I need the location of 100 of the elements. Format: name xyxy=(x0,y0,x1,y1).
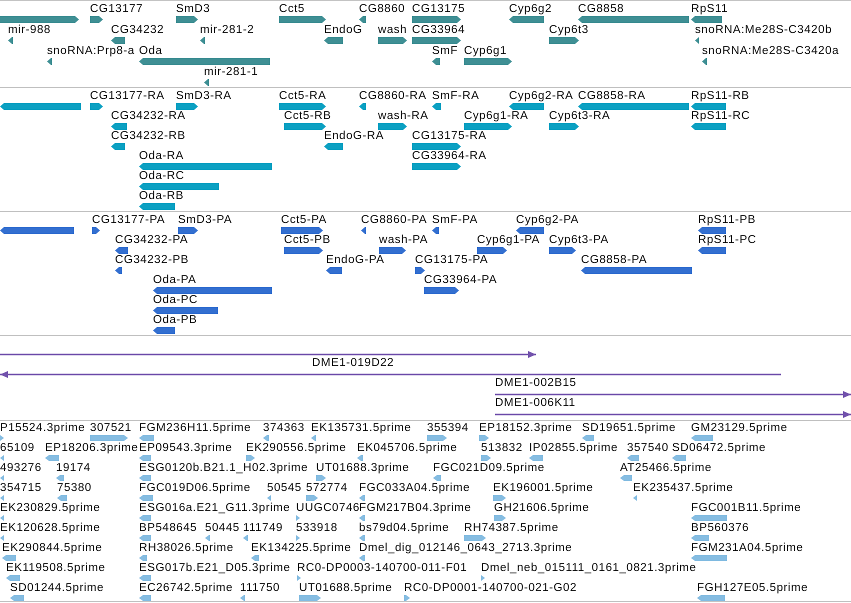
feature-label: CG8858-PA xyxy=(581,254,648,267)
feature-label: DME1-006K11 xyxy=(495,397,576,410)
feature-label: AT25466.5prime xyxy=(620,462,712,475)
feature-label: P15524.3prime xyxy=(0,422,86,435)
feature-label: bs79d04.5prime xyxy=(359,522,450,535)
feature-label: Oda-RA xyxy=(139,150,184,163)
feature-label: 533918 xyxy=(296,522,338,535)
feature-label: 111749 xyxy=(243,522,283,535)
feature-label: 513832 xyxy=(481,442,523,455)
feature-label: BP548645 xyxy=(139,522,198,535)
feature-label: mir-281-1 xyxy=(204,66,258,79)
feature-label: RH38026.5prime xyxy=(139,542,234,555)
feature-label: Oda xyxy=(139,45,162,58)
feature-label: EK196001.5prime xyxy=(493,482,594,495)
feature-label: Oda-PC xyxy=(153,294,198,307)
feature-label: CG33964-RA xyxy=(412,150,487,163)
feature-label: EK230829.5prime xyxy=(0,502,100,515)
feature-label: FGC019D06.5prime xyxy=(139,482,251,495)
feature-label: UT01688.5prime xyxy=(299,582,392,595)
feature-label: Dmel_neb_015111_0161_0821.3prime xyxy=(481,562,696,575)
feature-label: wash xyxy=(378,24,408,37)
feature-label: CG8860-RA xyxy=(359,90,427,103)
feature-label: FGH127E05.5prime xyxy=(697,582,808,595)
feature-label: EK290556.5prime xyxy=(246,442,346,455)
feature-label: SmD3-PA xyxy=(178,214,232,227)
feature-label: Cyp6t3-PA xyxy=(549,234,609,247)
feature-label: CG34232-RB xyxy=(111,130,186,143)
feature-label: RC0-DP0003-140700-011-F01 xyxy=(297,562,468,575)
feature-label: Cyp6g2-PA xyxy=(516,214,579,227)
feature-label: CG13175 xyxy=(412,3,466,16)
feature-label: Oda-PA xyxy=(153,274,196,287)
feature-label: Cct5 xyxy=(279,3,305,16)
feature-label: SmF-RA xyxy=(432,90,480,103)
feature-label: CG34232 xyxy=(111,24,164,37)
feature-label: RpS11-RC xyxy=(691,110,750,123)
feature-label: ESG017b.E21_D05.3prime xyxy=(139,562,290,575)
feature-label: CG34232-PB xyxy=(115,254,189,267)
feature-label: 50445 xyxy=(205,522,240,535)
feature-label: EndoG-PA xyxy=(326,254,385,267)
feature-label: 357540 xyxy=(627,442,669,455)
feature-label: 493276 xyxy=(0,462,42,475)
feature-label: RC0-DP0001-140700-021-G02 xyxy=(404,582,577,595)
feature-label: CG8860 xyxy=(359,3,406,16)
feature-label: CG8858-RA xyxy=(578,90,646,103)
feature-label: Cyp6g1 xyxy=(464,45,507,58)
feature-label: 572774 xyxy=(306,482,348,495)
feature-label: EK235437.5prime xyxy=(633,482,734,495)
feature-label: EK135731.5prime xyxy=(311,422,412,435)
feature-label: Cyp6g1-PA xyxy=(477,234,540,247)
feature-label: UT01688.3prime xyxy=(316,462,410,475)
feature-label: SmF xyxy=(432,45,458,58)
feature-label: FGM236H11.5prime xyxy=(139,422,252,435)
feature-label: FGM231A04.5prime xyxy=(691,542,804,555)
feature-label: EK045706.5prime xyxy=(357,442,458,455)
feature-label: Dmel_dig_012146_0643_2713.3prime xyxy=(359,542,572,555)
feature-label: Cyp6t3-RA xyxy=(549,110,610,123)
feature-label: Oda-RB xyxy=(139,190,184,203)
feature-label: Cct5-PA xyxy=(281,214,327,227)
feature-label: Cct5-RA xyxy=(279,90,326,103)
feature-label: SD01244.5prime xyxy=(10,582,104,595)
feature-label: RH74387.5prime xyxy=(464,522,559,535)
feature-label: GM23129.5prime xyxy=(691,422,788,435)
feature-label: RpS11-RB xyxy=(691,90,750,103)
feature-label: SD19651.5prime xyxy=(582,422,676,435)
feature-label: IP02855.5prime xyxy=(529,442,618,455)
feature-label: CG33964 xyxy=(412,24,466,37)
feature-label: SmD3-RA xyxy=(176,90,232,103)
feature-label: 374363 xyxy=(263,422,305,435)
feature-label: 75380 xyxy=(57,482,92,495)
feature-label: CG34232-PA xyxy=(115,234,188,247)
feature-label: Cyp6g1-RA xyxy=(464,110,528,123)
feature-label: 65109 xyxy=(0,442,35,455)
feature-label: CG13177-PA xyxy=(92,214,166,227)
feature-label: CG13177 xyxy=(90,3,144,16)
feature-label: CG13177-RA xyxy=(90,90,165,103)
feature-label: 355394 xyxy=(427,422,469,435)
feature-label: Cyp6t3 xyxy=(549,24,589,37)
feature-label: CG34232-RA xyxy=(111,110,186,123)
feature-label: DME1-002B15 xyxy=(495,377,576,390)
feature-label: EndoG xyxy=(324,24,363,37)
feature-label: Oda-RC xyxy=(139,170,184,183)
feature-label: Oda-PB xyxy=(153,314,198,327)
feature-label: 111750 xyxy=(240,582,280,595)
feature-label: 354715 xyxy=(0,482,42,495)
feature-label: EndoG-RA xyxy=(324,130,384,143)
feature-label: EP09543.3prime xyxy=(139,442,232,455)
feature-label: ESG016a.E21_G11.3prime xyxy=(139,502,290,515)
feature-label: 19174 xyxy=(56,462,91,475)
feature-label: FGC033A04.5prime xyxy=(359,482,470,495)
feature-label: EK134225.5prime xyxy=(251,542,352,555)
feature-label: snoRNA:Me28S-C3420b xyxy=(695,24,832,37)
feature-label: FGC001B11.5prime xyxy=(691,502,802,515)
feature-label: Cyp6g2-RA xyxy=(509,90,574,103)
feature-label: RpS11-PB xyxy=(698,214,756,227)
feature-label: CG33964-PA xyxy=(424,274,498,287)
feature-label: EK120628.5prime xyxy=(0,522,100,535)
feature-label: DME1-019D22 xyxy=(312,357,394,370)
feature-label: EP18152.3prime xyxy=(479,422,572,435)
feature-label: GH21606.5prime xyxy=(494,502,590,515)
feature-label: mir-281-2 xyxy=(200,24,254,37)
